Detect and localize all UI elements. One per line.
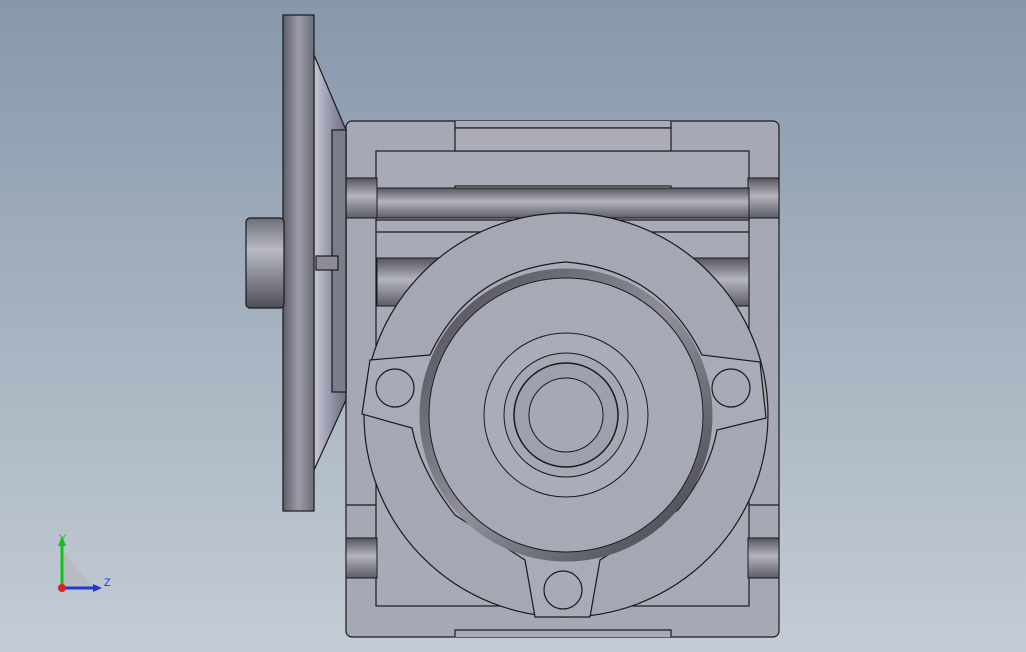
z-axis-label: Z (104, 577, 111, 589)
mounting-hole-bottom (543, 570, 583, 610)
triad-plane (62, 550, 94, 588)
tie-rod-bottom-left (345, 537, 378, 579)
x-axis-dot-icon (58, 584, 66, 592)
coordinate-triad: Y Z (58, 533, 111, 592)
tie-rod-top-left (345, 177, 378, 219)
input-flange-assembly[interactable] (245, 14, 347, 512)
output-cover[interactable] (361, 212, 769, 618)
input-shaft (245, 217, 285, 309)
flange-plate (282, 14, 315, 512)
y-axis-label: Y (59, 533, 67, 545)
output-bore (528, 377, 604, 453)
tie-rod-top-right (747, 177, 780, 219)
graphics-viewport[interactable]: Y Z (0, 0, 1026, 652)
worm-gearbox-model[interactable] (0, 0, 1026, 652)
shaft-key (315, 255, 339, 271)
tie-rod-bottom-right (747, 537, 780, 579)
z-arrow-icon (93, 584, 102, 592)
mounting-hole-left (375, 368, 415, 408)
mounting-hole-right (711, 368, 751, 408)
